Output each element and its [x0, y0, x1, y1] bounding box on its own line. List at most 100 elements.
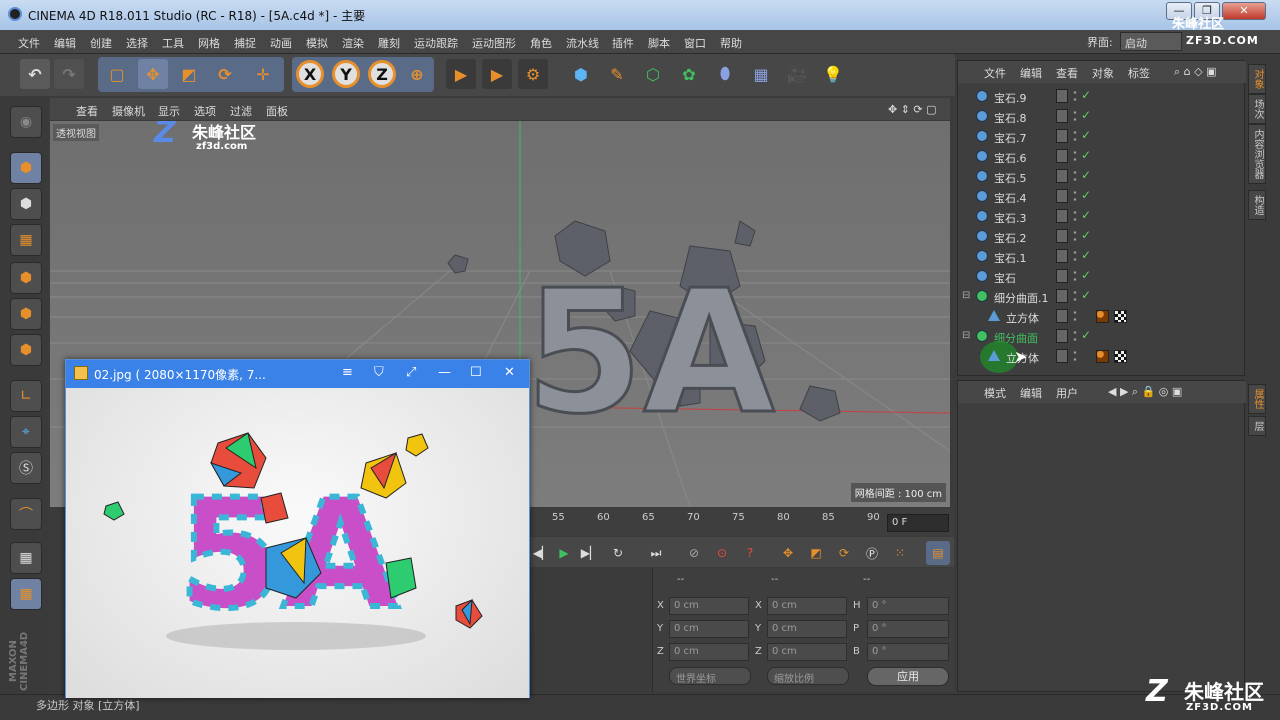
- menu-tools[interactable]: 工具: [162, 35, 184, 51]
- viewport-menu-display[interactable]: 显示: [158, 103, 180, 119]
- editor-visibility-icon[interactable]: [1056, 249, 1068, 263]
- scale-tool-icon[interactable]: ◩: [174, 59, 204, 89]
- object-row[interactable]: ⊟ 细分曲面.1 ✓: [958, 287, 1244, 307]
- render-settings-icon[interactable]: ⚙: [518, 59, 548, 89]
- visibility-dots[interactable]: [1072, 309, 1078, 323]
- snap-icon[interactable]: ⌒: [10, 498, 42, 530]
- pin-icon[interactable]: ⛉: [374, 365, 384, 380]
- workplane-icon[interactable]: ▦: [10, 542, 42, 574]
- cube-object-icon[interactable]: ⬢: [566, 59, 596, 89]
- menu-snap[interactable]: 捕捉: [234, 35, 256, 51]
- rotate-tool-icon[interactable]: ⟳: [210, 59, 240, 89]
- floor-icon[interactable]: ▦: [746, 59, 776, 89]
- am-menu-edit[interactable]: 编辑: [1020, 385, 1042, 401]
- position-y-field[interactable]: 0 cm: [669, 620, 749, 638]
- light-icon[interactable]: 💡: [818, 59, 848, 89]
- editor-visibility-icon[interactable]: [1056, 229, 1068, 243]
- editor-visibility-icon[interactable]: [1056, 169, 1068, 183]
- tab-structure[interactable]: 构造: [1248, 190, 1266, 220]
- menu-script[interactable]: 脚本: [648, 35, 670, 51]
- rotation-h-field[interactable]: 0 °: [867, 597, 949, 615]
- editor-visibility-icon[interactable]: [1056, 209, 1068, 223]
- am-menu-mode[interactable]: 模式: [984, 385, 1006, 401]
- layout-select[interactable]: 启动: [1120, 32, 1182, 51]
- visibility-dots[interactable]: [1072, 229, 1078, 243]
- enabled-check-icon[interactable]: ✓: [1081, 288, 1091, 302]
- editor-visibility-icon[interactable]: [1056, 269, 1068, 283]
- enabled-check-icon[interactable]: ✓: [1081, 128, 1091, 142]
- enabled-check-icon[interactable]: ✓: [1081, 268, 1091, 282]
- object-row[interactable]: 宝石.7 ✓: [958, 127, 1244, 147]
- viewport-menu-options[interactable]: 选项: [194, 103, 216, 119]
- go-to-end-icon[interactable]: ⏭: [644, 541, 668, 565]
- editor-visibility-icon[interactable]: [1056, 109, 1068, 123]
- solo-icon[interactable]: Ⓢ: [10, 452, 42, 484]
- menu-select[interactable]: 选择: [126, 35, 148, 51]
- edges-mode-icon[interactable]: ⬢: [10, 298, 42, 330]
- workplane-mode-icon[interactable]: ▦: [10, 224, 42, 256]
- visibility-dots[interactable]: [1072, 169, 1078, 183]
- step-forward-icon[interactable]: ▶▏: [578, 541, 602, 565]
- viewport-nav-icons[interactable]: ✥ ⇕ ⟳ ▢: [888, 103, 937, 116]
- menu-file[interactable]: 文件: [18, 35, 40, 51]
- position-x-field[interactable]: 0 cm: [669, 597, 749, 615]
- y-axis-icon[interactable]: Y: [332, 60, 360, 88]
- rotation-b-field[interactable]: 0 °: [867, 643, 949, 661]
- maximize-icon[interactable]: ☐: [470, 365, 482, 380]
- rotation-p-field[interactable]: 0 °: [867, 620, 949, 638]
- subdivision-surface-icon[interactable]: ⬡: [638, 59, 668, 89]
- checker-material-tag-icon[interactable]: [1114, 350, 1127, 363]
- om-menu-tags[interactable]: 标签: [1128, 65, 1150, 81]
- key-move-icon[interactable]: ✥: [776, 541, 800, 565]
- live-selection-icon[interactable]: ▢: [102, 59, 132, 89]
- make-editable-icon[interactable]: ◉: [10, 106, 42, 138]
- enabled-check-icon[interactable]: ✓: [1081, 148, 1091, 162]
- fullscreen-icon[interactable]: ⤢: [406, 365, 416, 380]
- menu-window[interactable]: 窗口: [684, 35, 706, 51]
- viewport-menu-filter[interactable]: 过滤: [230, 103, 252, 119]
- menu-help[interactable]: 帮助: [720, 35, 742, 51]
- visibility-dots[interactable]: [1072, 269, 1078, 283]
- pen-spline-icon[interactable]: ✎: [602, 59, 632, 89]
- close-icon[interactable]: ✕: [504, 365, 515, 380]
- enabled-check-icon[interactable]: ✓: [1081, 328, 1091, 342]
- render-view-icon[interactable]: ▶: [446, 59, 476, 89]
- viewport-menu-panel[interactable]: 面板: [266, 103, 288, 119]
- position-z-field[interactable]: 0 cm: [669, 643, 749, 661]
- object-row-selected[interactable]: 立方体 ➤: [958, 341, 1244, 373]
- visibility-dots[interactable]: [1072, 109, 1078, 123]
- visibility-dots[interactable]: [1072, 89, 1078, 103]
- tab-layers[interactable]: 层: [1248, 416, 1266, 436]
- object-row[interactable]: 宝石.9 ✓: [958, 87, 1244, 107]
- axis-mode-icon[interactable]: ∟: [10, 380, 42, 412]
- editor-visibility-icon[interactable]: [1056, 329, 1068, 343]
- move-tool-icon[interactable]: ✥: [138, 59, 168, 89]
- menu-animate[interactable]: 动画: [270, 35, 292, 51]
- object-row[interactable]: 宝石.3 ✓: [958, 207, 1244, 227]
- size-x-field[interactable]: 0 cm: [767, 597, 847, 615]
- material-tag-icon[interactable]: [1096, 350, 1109, 363]
- visibility-dots[interactable]: [1072, 249, 1078, 263]
- visibility-dots[interactable]: [1072, 129, 1078, 143]
- enabled-check-icon[interactable]: ✓: [1081, 88, 1091, 102]
- minimize-icon[interactable]: —: [438, 365, 451, 380]
- timeline-window-icon[interactable]: ▤: [926, 541, 950, 565]
- editor-visibility-icon[interactable]: [1056, 309, 1068, 323]
- viewport-menu-view[interactable]: 查看: [76, 103, 98, 119]
- planar-workplane-icon[interactable]: ▦: [10, 578, 42, 610]
- object-row[interactable]: 宝石.8 ✓: [958, 107, 1244, 127]
- am-menu-user[interactable]: 用户: [1056, 385, 1078, 401]
- om-menu-view[interactable]: 查看: [1056, 65, 1078, 81]
- object-row[interactable]: 宝石.1 ✓: [958, 247, 1244, 267]
- menu-sculpt[interactable]: 雕刻: [378, 35, 400, 51]
- size-z-field[interactable]: 0 cm: [767, 643, 847, 661]
- key-pla-icon[interactable]: ⁙: [888, 541, 912, 565]
- menu-character[interactable]: 角色: [530, 35, 552, 51]
- enabled-check-icon[interactable]: ✓: [1081, 248, 1091, 262]
- close-button[interactable]: ✕: [1222, 2, 1266, 20]
- menu-icon[interactable]: ≡: [342, 365, 353, 380]
- menu-render[interactable]: 渲染: [342, 35, 364, 51]
- menu-create[interactable]: 创建: [90, 35, 112, 51]
- object-row[interactable]: 宝石.5 ✓: [958, 167, 1244, 187]
- key-param-icon[interactable]: Ⓟ: [860, 541, 884, 565]
